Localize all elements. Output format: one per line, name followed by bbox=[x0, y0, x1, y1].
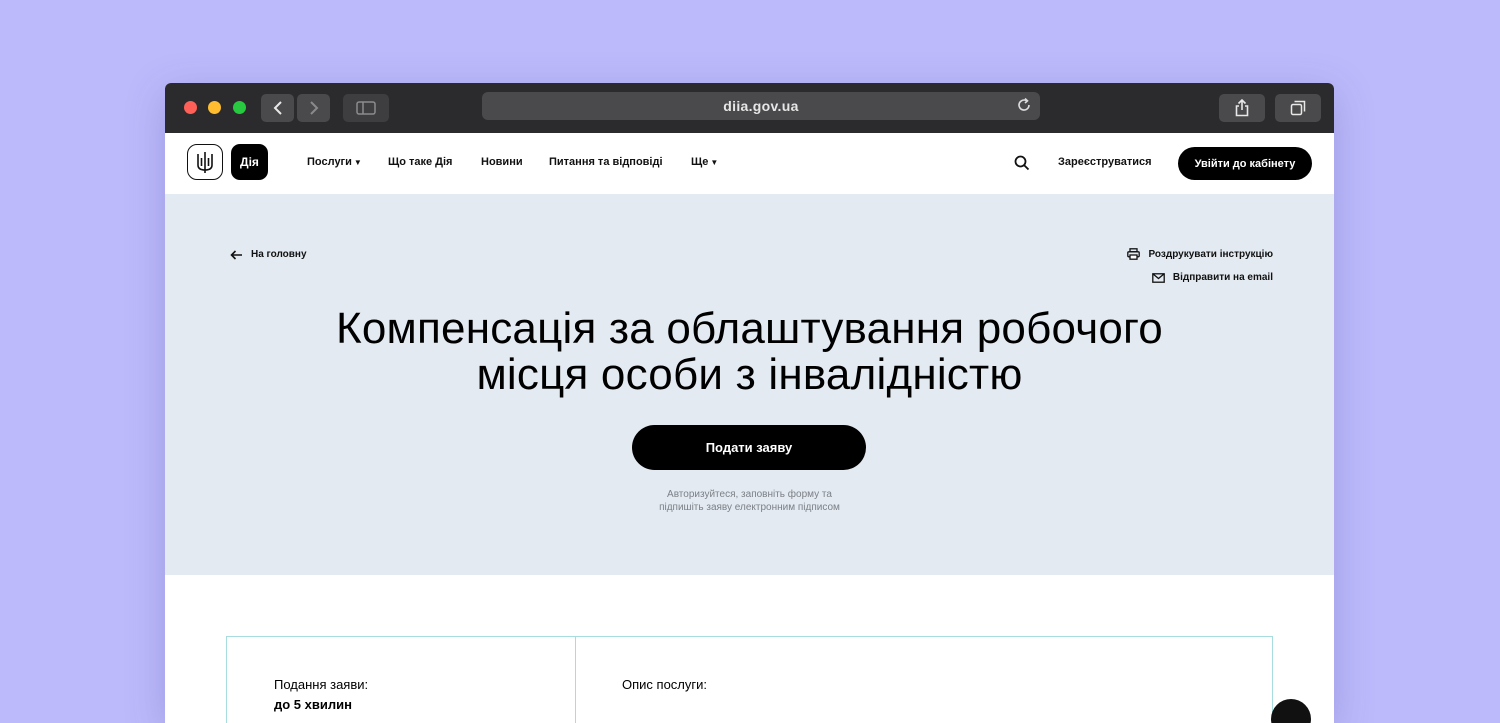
share-icon bbox=[1235, 99, 1249, 117]
apply-hint-line-2: підпишіть заяву електронним підписом bbox=[659, 502, 840, 513]
share-button[interactable] bbox=[1219, 94, 1265, 122]
apply-button[interactable]: Подати заяву bbox=[632, 425, 866, 470]
print-instruction-link[interactable]: Роздрукувати інструкцію bbox=[1127, 248, 1273, 260]
register-link[interactable]: Зареєструватися bbox=[1058, 156, 1152, 168]
caret-down-icon: ▼ bbox=[710, 158, 719, 167]
address-bar[interactable]: diia.gov.ua bbox=[482, 92, 1040, 120]
apply-hint: Авторизуйтеся, заповніть форму та підпиш… bbox=[165, 488, 1334, 514]
trident-logo[interactable] bbox=[187, 144, 223, 180]
nav-more-label: Ще bbox=[691, 156, 709, 168]
caret-down-icon: ▼ bbox=[353, 158, 362, 167]
page-title: Компенсація за облаштування робочого міс… bbox=[165, 306, 1334, 398]
apply-hint-line-1: Авторизуйтеся, заповніть форму та bbox=[667, 489, 832, 500]
back-link-label: На головну bbox=[251, 249, 307, 260]
nav-services-label: Послуги bbox=[307, 156, 352, 168]
send-email-link[interactable]: Відправити на email bbox=[1152, 272, 1273, 283]
chevron-right-icon bbox=[309, 101, 318, 115]
submission-time-value: до 5 хвилин bbox=[274, 697, 352, 712]
page-title-line-1: Компенсація за облаштування робочого bbox=[336, 304, 1163, 353]
tabs-overview-button[interactable] bbox=[1275, 94, 1321, 122]
mail-icon bbox=[1152, 272, 1165, 283]
url-text: diia.gov.ua bbox=[723, 98, 799, 114]
nav-faq[interactable]: Питання та відповіді bbox=[549, 156, 663, 168]
tabs-icon bbox=[1290, 100, 1306, 116]
sidebar-toggle-button[interactable] bbox=[343, 94, 389, 122]
submission-time-label: Подання заяви: bbox=[274, 677, 369, 692]
back-to-home-link[interactable]: На головну bbox=[230, 249, 307, 260]
print-link-label: Роздрукувати інструкцію bbox=[1148, 248, 1273, 260]
diia-logo[interactable]: Дія bbox=[231, 144, 268, 180]
back-button[interactable] bbox=[261, 94, 294, 122]
page-title-line-2: місця особи з інвалідністю bbox=[476, 350, 1023, 399]
email-link-label: Відправити на email bbox=[1172, 272, 1273, 283]
card-divider bbox=[575, 637, 576, 723]
login-button[interactable]: Увійти до кабінету bbox=[1178, 147, 1312, 180]
maximize-window-button[interactable] bbox=[233, 101, 246, 114]
minimize-window-button[interactable] bbox=[208, 101, 221, 114]
nav-more[interactable]: Ще ▼ bbox=[691, 156, 718, 168]
arrow-left-icon bbox=[230, 249, 242, 260]
chevron-left-icon bbox=[273, 101, 282, 115]
chat-button[interactable] bbox=[1271, 699, 1311, 723]
site-header: Дія Послуги ▼ Що таке Дія Новини Питання … bbox=[165, 133, 1334, 194]
browser-toolbar: diia.gov.ua bbox=[165, 83, 1334, 133]
close-window-button[interactable] bbox=[184, 101, 197, 114]
nav-services[interactable]: Послуги ▼ bbox=[307, 156, 362, 168]
trident-icon bbox=[197, 152, 213, 173]
reload-icon[interactable] bbox=[1016, 97, 1032, 118]
browser-window: diia.gov.ua Дія Послуги ▼ Що таке Дія Нов… bbox=[165, 83, 1334, 723]
nav-news[interactable]: Новини bbox=[481, 156, 523, 168]
forward-button[interactable] bbox=[297, 94, 330, 122]
search-icon[interactable] bbox=[1014, 155, 1030, 176]
printer-icon bbox=[1127, 248, 1141, 260]
submission-time: Подання заяви: до 5 хвилин bbox=[274, 675, 368, 715]
sidebar-icon bbox=[356, 101, 376, 115]
hero-section: На головну Роздрукувати інструкцію Відпр… bbox=[165, 194, 1334, 575]
service-info-card: Подання заяви: до 5 хвилин Опис послуги: bbox=[226, 636, 1273, 723]
service-description-label: Опис послуги: bbox=[622, 677, 707, 692]
nav-what-is-diia[interactable]: Що таке Дія bbox=[388, 156, 452, 168]
